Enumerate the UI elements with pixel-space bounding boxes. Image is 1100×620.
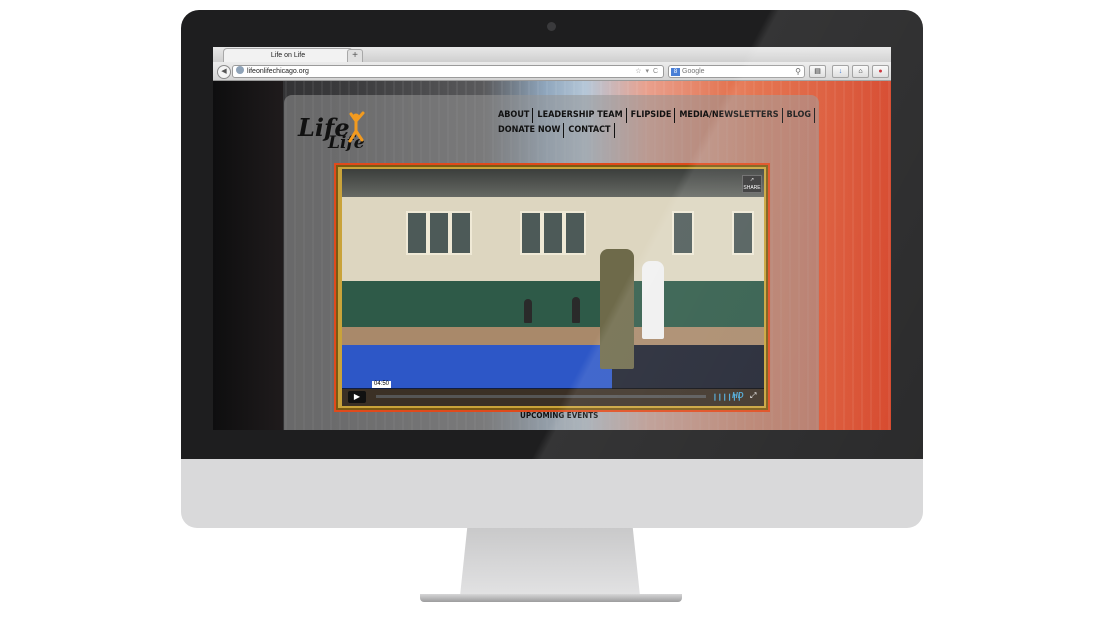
bookmarks-icon[interactable]: ▤ [809, 65, 826, 78]
monitor-stand [460, 528, 640, 596]
download-icon[interactable]: ↓ [832, 65, 849, 78]
video-frame: ↗ SHARE ▶ 04:50 ❙❙❙❙❙❙ HD ⤢ [334, 163, 770, 412]
video-controls: ▶ 04:50 ❙❙❙❙❙❙ HD ⤢ [342, 381, 764, 406]
gym-window [428, 211, 450, 255]
back-button[interactable]: ◀ [217, 65, 231, 79]
nav-link-flipside[interactable]: FLIPSIDE [630, 108, 676, 123]
navigation-toolbar: ◀ lifeonlifechicago.org ☆ ▾ C 8 Google ⚲ … [213, 62, 891, 81]
nav-link-leadership-team[interactable]: LEADERSHIP TEAM [536, 108, 627, 123]
background-figure [572, 297, 580, 323]
share-button[interactable]: ↗ SHARE [742, 175, 762, 193]
tab-bar: Life on Life + [213, 47, 891, 63]
gym-window [520, 211, 542, 255]
main-navigation: ABOUT LEADERSHIP TEAM FLIPSIDE MEDIA/NEWSLE… [497, 108, 817, 138]
browser-tab[interactable]: Life on Life [223, 48, 353, 63]
home-icon[interactable]: ⌂ [852, 65, 869, 78]
nav-link-media-newsletters[interactable]: MEDIA/NEWSLETTERS [678, 108, 783, 123]
share-icon: ↗ [749, 177, 755, 183]
upcoming-events-heading: UPCOMING EVENTS [520, 411, 599, 420]
background-shadow [213, 81, 283, 430]
site-logo[interactable]: Life Life [298, 111, 378, 161]
search-input[interactable]: 8 Google ⚲ [668, 65, 805, 78]
web-page: Life Life ABOUT LEADERSHIP TEAM FLIPSIDE ME… [213, 81, 891, 430]
gym-window [564, 211, 586, 255]
globe-icon [236, 66, 244, 74]
dark-mat [612, 345, 764, 389]
search-engine-icon[interactable]: 8 [671, 68, 680, 76]
play-icon[interactable]: ▶ [348, 391, 366, 403]
search-placeholder: Google [682, 68, 705, 75]
gym-window [406, 211, 428, 255]
gym-green-wall [342, 281, 764, 327]
nav-link-blog[interactable]: BLOG [786, 108, 816, 123]
address-bar[interactable]: lifeonlifechicago.org ☆ ▾ C [232, 65, 664, 78]
jumping-figure-icon [348, 111, 365, 143]
coach-figure [600, 249, 634, 369]
background-figure [524, 299, 532, 323]
gym-window [672, 211, 694, 255]
progress-bar[interactable] [376, 395, 706, 398]
magnifier-icon[interactable]: ⚲ [795, 66, 801, 77]
url-bar-icons[interactable]: ☆ ▾ C [635, 66, 659, 77]
content-panel: Life Life ABOUT LEADERSHIP TEAM FLIPSIDE ME… [284, 95, 819, 430]
browser-window: Life on Life + ◀ lifeonlifechicago.org ☆… [213, 47, 891, 430]
new-tab-button[interactable]: + [347, 49, 363, 62]
monitor-base [420, 594, 682, 602]
video-player[interactable]: ↗ SHARE ▶ 04:50 ❙❙❙❙❙❙ HD ⤢ [342, 169, 764, 406]
time-badge: 04:50 [372, 381, 392, 388]
fullscreen-icon[interactable]: ⤢ [750, 391, 756, 401]
nav-link-donate-now[interactable]: DONATE NOW [497, 123, 565, 138]
gym-window [450, 211, 472, 255]
nav-row-1: ABOUT LEADERSHIP TEAM FLIPSIDE MEDIA/NEWSLE… [497, 108, 817, 123]
monitor-chin [181, 459, 923, 528]
share-label: SHARE [743, 185, 761, 191]
gym-window [732, 211, 754, 255]
hd-button[interactable]: HD [732, 391, 744, 400]
nav-link-contact[interactable]: CONTACT [567, 123, 615, 138]
nav-row-2: DONATE NOW CONTACT [497, 123, 817, 138]
nav-link-about[interactable]: ABOUT [497, 108, 534, 123]
camera-icon [547, 22, 556, 31]
athlete-figure [642, 261, 664, 339]
gym-window [542, 211, 564, 255]
pinterest-icon[interactable]: ● [872, 65, 889, 78]
url-text: lifeonlifechicago.org [247, 68, 309, 75]
